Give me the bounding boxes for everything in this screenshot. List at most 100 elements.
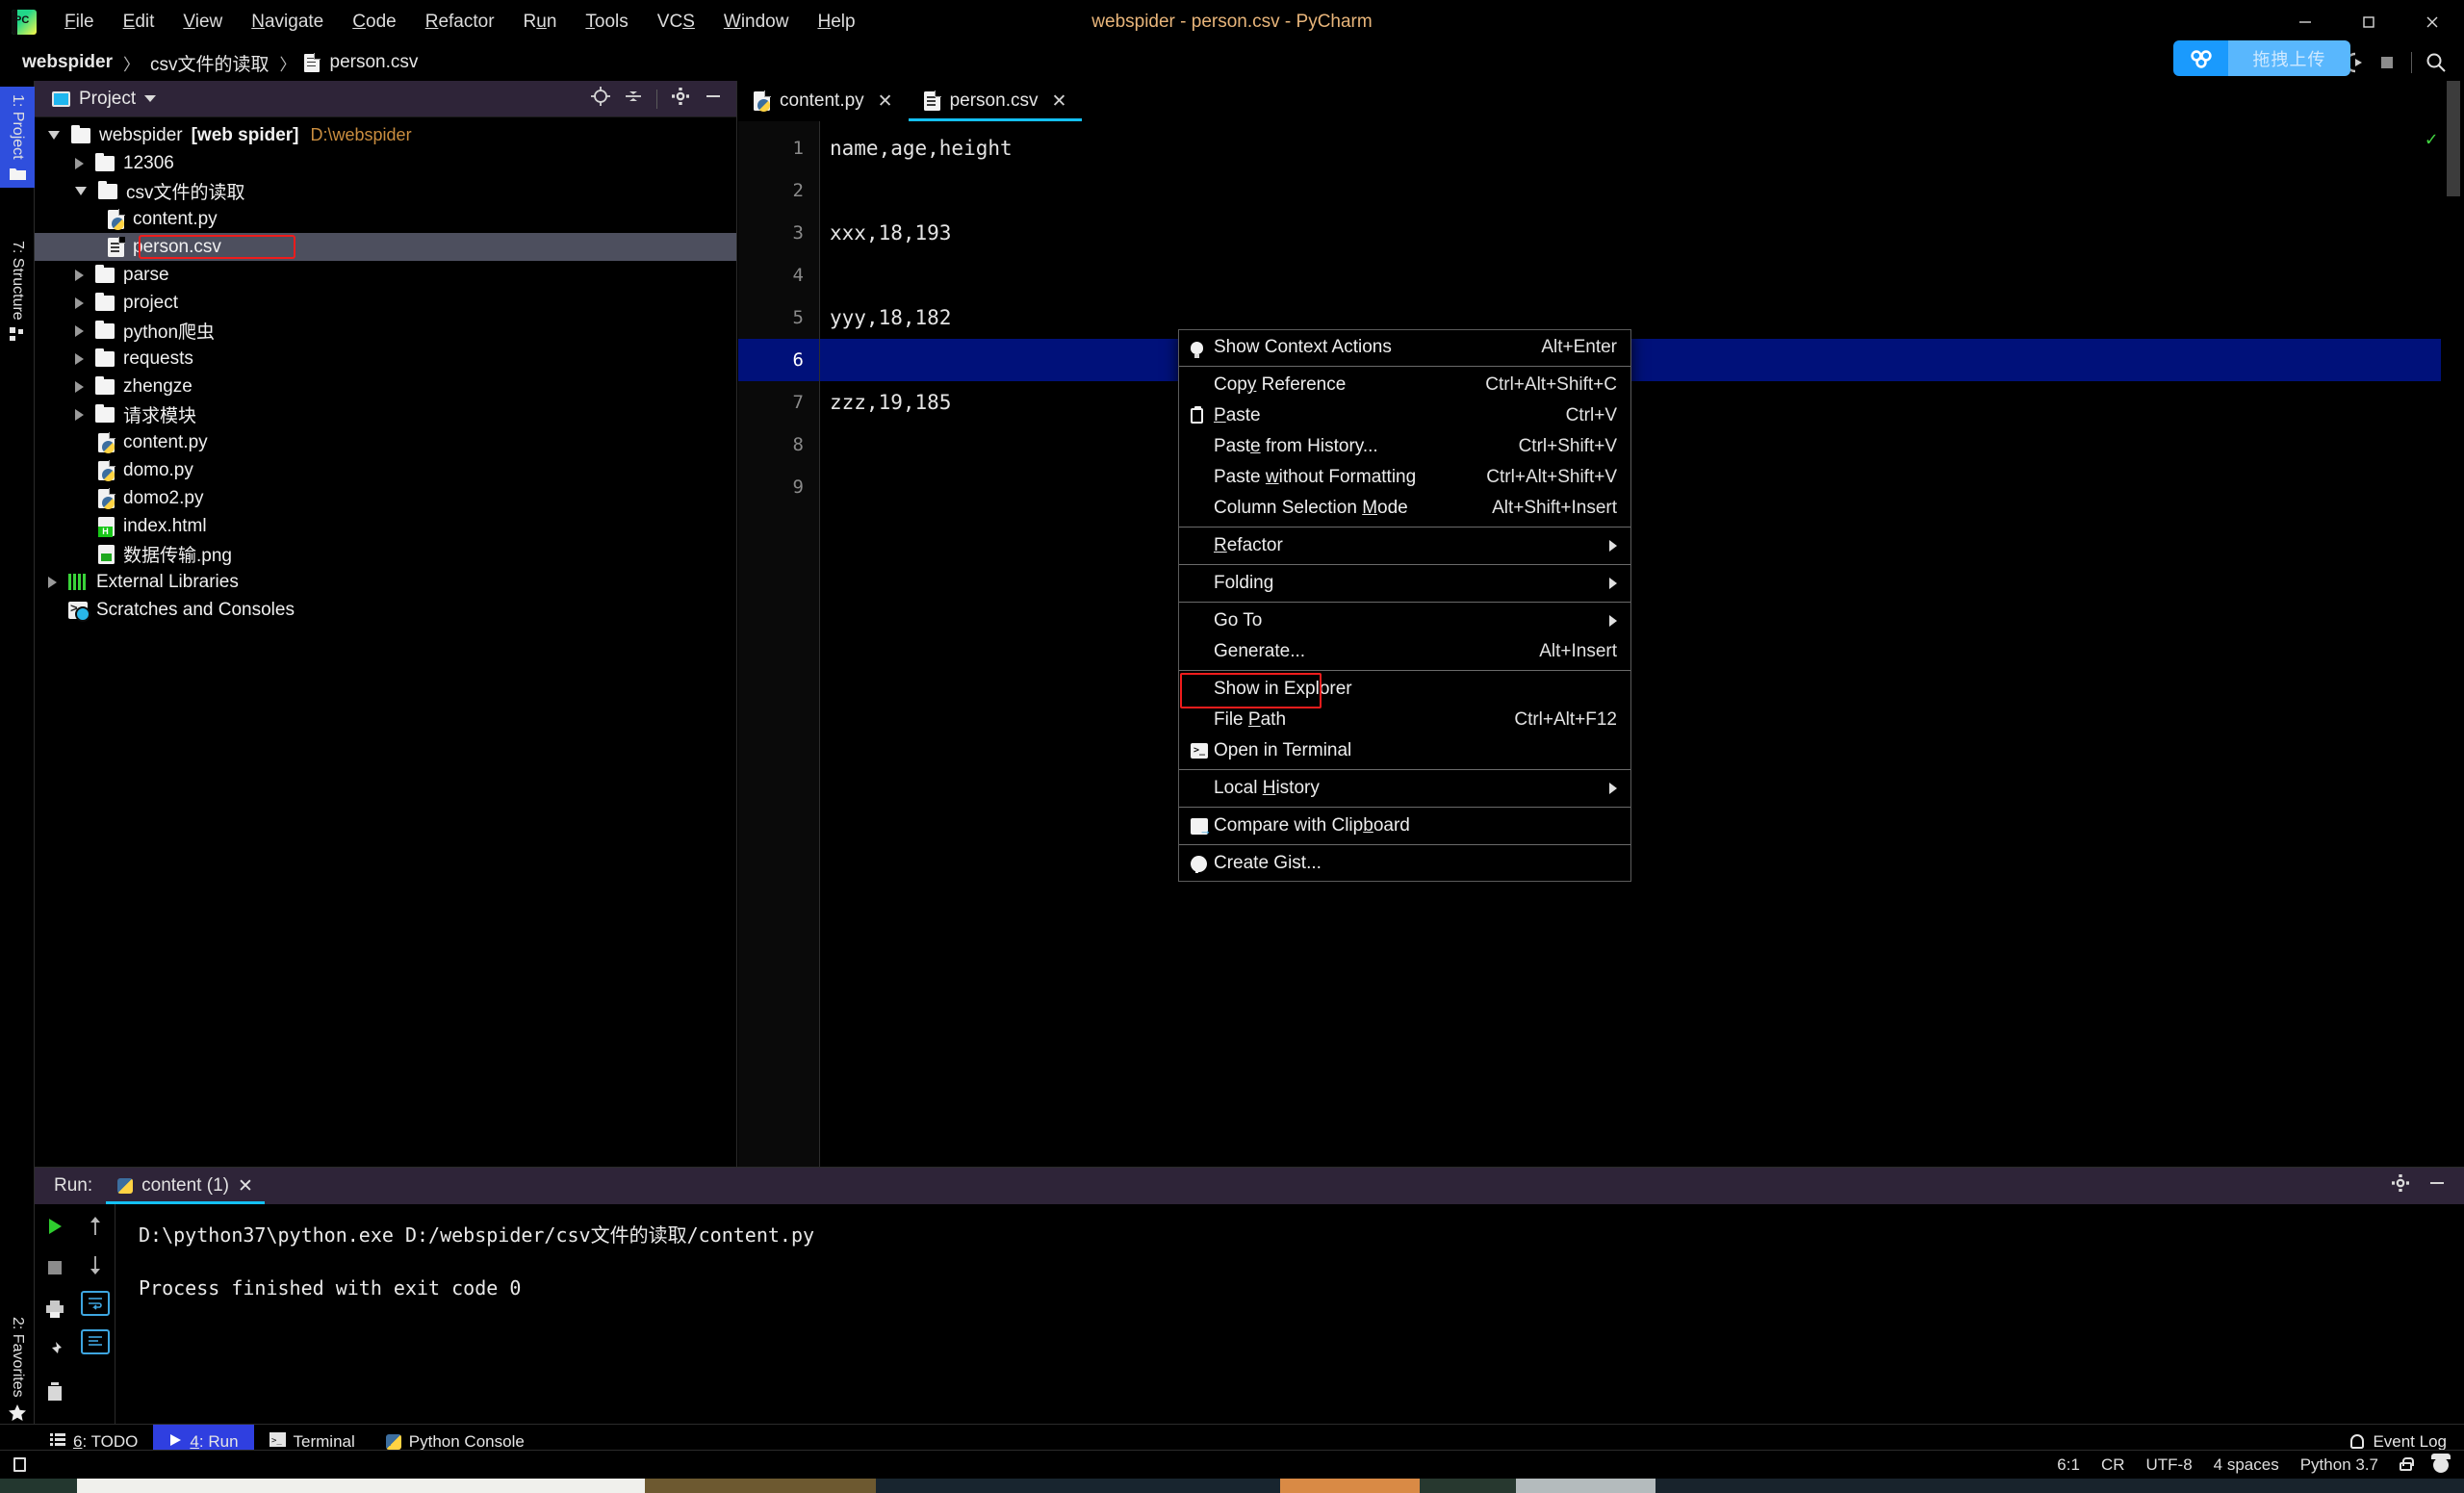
rerun-icon[interactable] (40, 1214, 69, 1239)
hide-panel-icon[interactable] (704, 87, 723, 112)
menu-item-refactor[interactable]: Refactor (1179, 530, 1630, 561)
menu-navigate[interactable]: Navigate (237, 9, 338, 36)
twisty-icon[interactable] (75, 269, 84, 281)
soft-wrap-icon[interactable] (80, 1291, 110, 1316)
file-encoding[interactable]: UTF-8 (2146, 1455, 2193, 1475)
pin-icon[interactable] (40, 1338, 69, 1363)
breadcrumb-folder[interactable]: csv文件的读取 (147, 50, 272, 76)
tree-item-content-py[interactable]: content.py (35, 205, 736, 233)
menu-tools[interactable]: Tools (571, 9, 642, 36)
chevron-down-icon[interactable] (144, 95, 157, 102)
tree-item-scratches[interactable]: Scratches and Consoles (35, 596, 736, 624)
tree-item-csv-folder[interactable]: csv文件的读取 (35, 177, 736, 205)
twisty-icon[interactable] (75, 296, 84, 309)
settings-icon[interactable] (671, 87, 690, 112)
taskbar-segment[interactable] (1656, 1479, 2464, 1493)
sidebar-item-favorites[interactable]: 2: Favorites (0, 1309, 35, 1429)
event-log-button[interactable]: Event Log (2350, 1432, 2464, 1452)
tree-item-person-csv[interactable]: person.csv (35, 233, 736, 261)
settings-icon[interactable] (2391, 1173, 2410, 1198)
minimize-button[interactable] (2273, 0, 2337, 44)
menu-file[interactable]: File (50, 9, 109, 36)
menu-refactor[interactable]: Refactor (411, 9, 509, 36)
caret-position[interactable]: 6:1 (2057, 1455, 2080, 1475)
menu-item-compare-with-clipboard[interactable]: Compare with Clipboard (1179, 811, 1630, 841)
menu-item-show-context-actions[interactable]: Show Context Actions Alt+Enter (1179, 332, 1630, 363)
menu-item-copy-reference[interactable]: Copy Reference Ctrl+Alt+Shift+C (1179, 370, 1630, 400)
interpreter-label[interactable]: Python 3.7 (2300, 1455, 2378, 1475)
close-icon[interactable]: ✕ (1051, 90, 1066, 113)
menu-window[interactable]: Window (709, 9, 804, 36)
breadcrumb-file[interactable]: person.csv (327, 52, 422, 73)
menu-item-create-gist[interactable]: Create Gist... (1179, 848, 1630, 879)
down-arrow-icon[interactable] (81, 1252, 110, 1277)
tree-item-domo-py[interactable]: domo.py (35, 456, 736, 484)
twisty-icon[interactable] (75, 324, 84, 337)
menu-item-show-in-explorer[interactable]: Show in Explorer (1179, 673, 1630, 708)
sidebar-item-structure[interactable]: 7: Structure (0, 233, 35, 348)
menu-help[interactable]: Help (803, 9, 869, 36)
menu-item-file-path[interactable]: File Path Ctrl+Alt+F12 (1179, 705, 1630, 735)
locate-icon[interactable] (591, 86, 610, 112)
menu-code[interactable]: Code (338, 9, 410, 36)
line-separator[interactable]: CR (2101, 1455, 2125, 1475)
menu-edit[interactable]: Edit (109, 9, 169, 36)
taskbar-segment[interactable] (0, 1479, 77, 1493)
twisty-icon[interactable] (48, 576, 57, 588)
menu-item-folding[interactable]: Folding (1179, 568, 1630, 599)
tree-item-request-module[interactable]: 请求模块 (35, 400, 736, 428)
hide-panel-icon[interactable] (2427, 1173, 2447, 1198)
menu-run[interactable]: Run (509, 9, 572, 36)
maximize-button[interactable] (2337, 0, 2400, 44)
menu-item-paste-from-history[interactable]: Paste from History... Ctrl+Shift+V (1179, 431, 1630, 462)
tree-item-requests[interactable]: requests (35, 345, 736, 373)
breadcrumb-project[interactable]: webspider (19, 52, 116, 73)
menu-item-paste-without-formatting[interactable]: Paste without Formatting Ctrl+Alt+Shift+… (1179, 462, 1630, 493)
twisty-icon[interactable] (75, 352, 84, 365)
collapse-all-icon[interactable] (624, 87, 643, 112)
tree-item-external-libraries[interactable]: External Libraries (35, 568, 736, 596)
print-icon[interactable] (40, 1297, 69, 1322)
tree-item-content-py-root[interactable]: content.py (35, 428, 736, 456)
run-console-output[interactable]: D:\python37\python.exe D:/webspider/csv文… (116, 1204, 2464, 1438)
menu-item-column-selection-mode[interactable]: Column Selection Mode Alt+Shift+Insert (1179, 493, 1630, 524)
menu-item-local-history[interactable]: Local History (1179, 773, 1630, 804)
close-icon[interactable]: ✕ (238, 1175, 253, 1197)
hector-icon[interactable] (2431, 1453, 2451, 1473)
run-tab-content[interactable]: content (1) ✕ (106, 1168, 265, 1204)
search-icon[interactable] (2420, 46, 2452, 79)
tab-person-csv[interactable]: person.csv ✕ (908, 81, 1083, 121)
menu-vcs[interactable]: VCS (643, 9, 709, 36)
menu-view[interactable]: View (168, 9, 237, 36)
twisty-icon[interactable] (75, 408, 84, 421)
twisty-icon[interactable] (75, 187, 87, 195)
trash-icon[interactable] (40, 1379, 69, 1404)
drag-upload-widget[interactable]: 拖拽上传 (2173, 40, 2350, 76)
scrollbar-thumb[interactable] (2447, 81, 2460, 196)
menu-item-paste[interactable]: Paste Ctrl+V (1179, 400, 1630, 431)
tree-item-zhengze[interactable]: zhengze (35, 373, 736, 400)
taskbar-segment[interactable] (77, 1479, 645, 1493)
taskbar-segment[interactable] (1280, 1479, 1420, 1493)
taskbar-segment[interactable] (876, 1479, 1280, 1493)
menu-item-open-in-terminal[interactable]: >_ Open in Terminal (1179, 735, 1630, 766)
close-icon[interactable]: ✕ (878, 90, 893, 113)
taskbar-segment[interactable] (1516, 1479, 1656, 1493)
editor-scrollbar[interactable] (2441, 81, 2464, 1222)
menu-item-generate[interactable]: Generate... Alt+Insert (1179, 636, 1630, 667)
tree-item-parse[interactable]: parse (35, 261, 736, 289)
tree-item-12306[interactable]: 12306 (35, 149, 736, 177)
tab-content-py[interactable]: content.py ✕ (738, 81, 909, 121)
stop-icon[interactable] (40, 1255, 69, 1280)
sidebar-item-project[interactable]: 1: Project (0, 87, 35, 188)
inspection-status-icon[interactable]: ✓ (2426, 127, 2437, 150)
unlocked-icon[interactable] (2400, 1457, 2414, 1471)
taskbar-segment[interactable] (645, 1479, 876, 1493)
tree-item-domo2-py[interactable]: domo2.py (35, 484, 736, 512)
tree-item-index-html[interactable]: index.html (35, 512, 736, 540)
indent-setting[interactable]: 4 spaces (2214, 1455, 2279, 1475)
close-button[interactable] (2400, 0, 2464, 44)
twisty-icon[interactable] (75, 157, 84, 169)
tree-item-png[interactable]: 数据传输.png (35, 540, 736, 568)
taskbar-segment[interactable] (1420, 1479, 1516, 1493)
